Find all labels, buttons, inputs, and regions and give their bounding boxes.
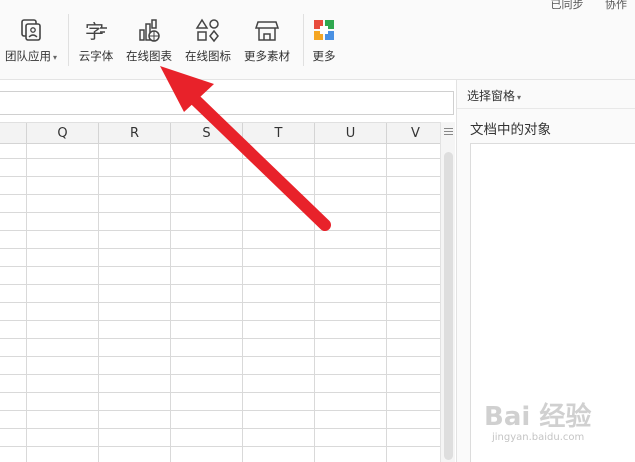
more-materials-icon bbox=[254, 21, 280, 41]
collaborate-text[interactable]: 协作 bbox=[605, 0, 627, 11]
grid-line bbox=[0, 284, 440, 285]
online-icons-label: 在线图标 bbox=[185, 49, 231, 63]
cloud-font-label: 云字体 bbox=[78, 49, 114, 63]
more-apps-label: 更多 bbox=[312, 49, 336, 63]
grid-line bbox=[0, 338, 440, 339]
column-header-s[interactable]: S bbox=[171, 123, 243, 145]
watermark-logo-text: Bai 经验 bbox=[484, 402, 592, 432]
column-header-partial[interactable] bbox=[0, 123, 27, 145]
column-header-v[interactable]: V bbox=[387, 123, 444, 145]
grid-line bbox=[0, 158, 440, 159]
grid-line bbox=[0, 356, 440, 357]
cloud-font-icon: 字 bbox=[85, 21, 107, 43]
grid-line bbox=[0, 266, 440, 267]
online-icons-icon bbox=[195, 18, 219, 43]
ribbon-separator bbox=[303, 14, 304, 66]
cloud-font-button[interactable]: 字 云字体 bbox=[76, 18, 116, 64]
grid-line bbox=[170, 144, 171, 462]
more-materials-label: 更多素材 bbox=[244, 49, 290, 63]
grid-line bbox=[0, 248, 440, 249]
grid-line bbox=[0, 374, 440, 375]
pane-divider bbox=[457, 108, 635, 109]
selection-pane-dropdown[interactable]: 选择窗格 ▾ bbox=[467, 87, 521, 104]
grid-line bbox=[0, 446, 440, 447]
chevron-down-icon: ▾ bbox=[517, 93, 522, 102]
grid-line bbox=[26, 144, 27, 462]
team-apps-button[interactable]: 团队应用 ▾ bbox=[0, 18, 62, 64]
column-header-r[interactable]: R bbox=[99, 123, 171, 145]
ribbon-top-right-status: 已同步 协作 bbox=[533, 0, 628, 12]
chevron-down-icon: ▾ bbox=[52, 53, 57, 62]
online-chart-label: 在线图表 bbox=[126, 49, 172, 63]
more-apps-button[interactable]: 更多 bbox=[309, 18, 339, 64]
column-header-q[interactable]: Q bbox=[27, 123, 99, 145]
scrollbar-thumb[interactable] bbox=[444, 152, 453, 460]
grid-line bbox=[386, 144, 387, 462]
spreadsheet-grid[interactable]: Q R S T U V bbox=[0, 122, 444, 462]
vertical-scrollbar[interactable] bbox=[440, 122, 455, 462]
online-chart-icon bbox=[139, 19, 160, 42]
column-header-row: Q R S T U V bbox=[0, 122, 444, 145]
team-apps-icon bbox=[21, 19, 41, 41]
baidu-jingyan-watermark: Bai 经验 jingyan.baidu.com bbox=[478, 392, 628, 454]
grid-line bbox=[242, 144, 243, 462]
grid-line bbox=[0, 212, 440, 213]
grid-line bbox=[0, 392, 440, 393]
column-header-t[interactable]: T bbox=[243, 123, 315, 145]
sync-status-text[interactable]: 已同步 bbox=[551, 0, 584, 11]
team-apps-label: 团队应用 bbox=[4, 49, 51, 63]
formula-input[interactable] bbox=[0, 91, 454, 115]
online-chart-button[interactable]: 在线图表 bbox=[124, 18, 174, 64]
grid-line bbox=[0, 410, 440, 411]
grid-line bbox=[0, 428, 440, 429]
grid-line bbox=[0, 194, 440, 195]
grid-line bbox=[98, 144, 99, 462]
watermark-url-text: jingyan.baidu.com bbox=[492, 432, 585, 443]
grid-line bbox=[0, 230, 440, 231]
grid-line bbox=[0, 176, 440, 177]
more-apps-icon bbox=[314, 20, 334, 40]
selection-pane-title: 选择窗格 bbox=[467, 89, 516, 103]
wps-spreadsheet-window: 已同步 协作 团队应用 ▾ 字 云字体 在线图表 在线图标 更多素材 更多 Q … bbox=[0, 0, 635, 462]
ribbon-toolbar: 已同步 协作 团队应用 ▾ 字 云字体 在线图表 在线图标 更多素材 更多 bbox=[0, 0, 635, 80]
split-handle-icon[interactable] bbox=[444, 128, 453, 135]
more-materials-button[interactable]: 更多素材 bbox=[241, 18, 293, 64]
grid-line bbox=[0, 320, 440, 321]
column-header-u[interactable]: U bbox=[315, 123, 387, 145]
online-icons-button[interactable]: 在线图标 bbox=[183, 18, 233, 64]
grid-line bbox=[0, 302, 440, 303]
grid-line bbox=[314, 144, 315, 462]
ribbon-separator bbox=[68, 14, 69, 66]
objects-in-document-heading: 文档中的对象 bbox=[470, 122, 551, 138]
cell-grid[interactable] bbox=[0, 144, 440, 462]
